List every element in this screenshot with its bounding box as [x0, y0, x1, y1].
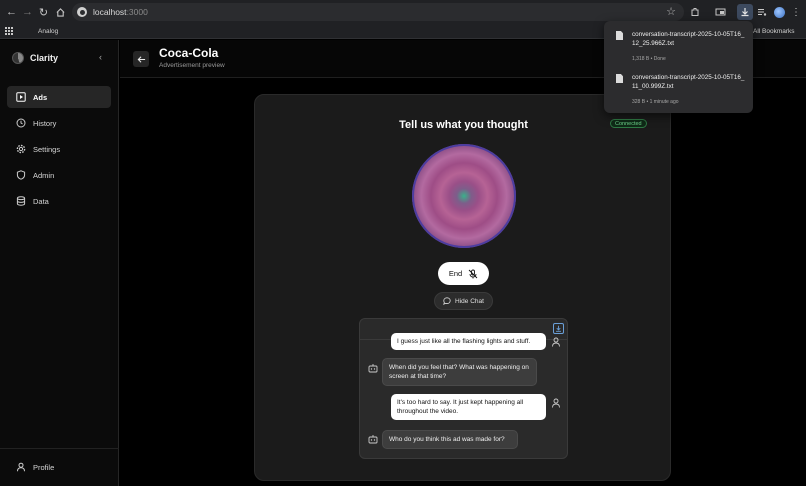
- profile-avatar-icon[interactable]: [771, 4, 787, 20]
- ads-icon: [16, 92, 26, 102]
- downloads-popup: conversation-transcript-2025-10-05T16_12…: [604, 21, 753, 113]
- feedback-card: Tell us what you thought Connected End H…: [254, 94, 671, 481]
- download-item[interactable]: conversation-transcript-2025-10-05T16_12…: [604, 25, 753, 65]
- back-arrow-icon[interactable]: ←: [3, 2, 20, 22]
- chat-bubble-icon: [443, 297, 451, 305]
- reload-icon[interactable]: ↻: [35, 2, 52, 22]
- download-meta: 1,318 B • Done: [632, 56, 666, 62]
- user-message: I guess just like all the flashing light…: [391, 333, 546, 350]
- status-badge: Connected: [610, 119, 647, 128]
- url-host: localhost: [93, 7, 127, 17]
- sidebar-item-ads[interactable]: Ads: [7, 86, 111, 108]
- brand[interactable]: Clarity: [12, 52, 58, 64]
- user-avatar-icon: [551, 395, 561, 408]
- download-meta: 328 B • 1 minute ago: [632, 99, 679, 105]
- user-avatar-icon: [551, 334, 561, 347]
- download-filename: conversation-transcript-2025-10-05T16_12…: [632, 31, 745, 48]
- collapse-sidebar-icon[interactable]: ‹: [99, 52, 102, 62]
- bot-message: Who do you think this ad was made for?: [382, 430, 518, 449]
- sidebar-item-admin[interactable]: Admin: [7, 164, 111, 186]
- downloads-icon[interactable]: [737, 4, 753, 20]
- all-bookmarks[interactable]: All Bookmarks: [753, 28, 795, 35]
- brand-name: Clarity: [30, 53, 59, 63]
- bookmark-star-icon[interactable]: ☆: [666, 5, 676, 18]
- arrow-left-icon: [137, 55, 145, 63]
- download-transcript-icon[interactable]: [553, 323, 564, 334]
- download-filename: conversation-transcript-2025-10-05T16_11…: [632, 74, 745, 91]
- home-icon[interactable]: [52, 2, 69, 22]
- sidebar-item-data[interactable]: Data: [7, 190, 111, 212]
- user-icon: [17, 462, 25, 472]
- sidebar-item-label: History: [33, 118, 57, 128]
- hide-chat-label: Hide Chat: [455, 297, 484, 305]
- sidebar-item-label: Settings: [33, 144, 61, 154]
- url-port: :3000: [126, 7, 148, 17]
- profile-label: Profile: [33, 462, 55, 472]
- sidebar-item-profile[interactable]: Profile: [16, 462, 54, 472]
- extensions-icon[interactable]: [687, 4, 703, 20]
- forward-arrow-icon[interactable]: →: [19, 2, 36, 22]
- sidebar-divider: [0, 448, 119, 449]
- media-controls-icon[interactable]: [754, 4, 770, 20]
- page-title: Coca-Cola: [159, 46, 219, 60]
- sidebar-item-history[interactable]: History: [7, 112, 111, 134]
- page-subtitle: Advertisement preview: [159, 62, 225, 69]
- download-item[interactable]: conversation-transcript-2025-10-05T16_11…: [604, 68, 753, 108]
- hide-chat-button[interactable]: Hide Chat: [434, 292, 493, 310]
- user-message: It's too hard to say. It just kept happe…: [391, 394, 546, 420]
- chat-panel[interactable]: I guess just like all the flashing light…: [359, 318, 568, 459]
- end-call-button[interactable]: End: [438, 262, 489, 285]
- bot-message: When did you feel that? What was happeni…: [382, 358, 537, 386]
- back-button[interactable]: [133, 51, 149, 67]
- mic-off-icon: [468, 269, 478, 278]
- bot-avatar-icon: [368, 431, 378, 444]
- bot-avatar-icon: [368, 360, 378, 373]
- history-icon: [16, 118, 26, 128]
- sidebar-item-label: Data: [33, 196, 49, 206]
- sidebar-item-label: Admin: [33, 170, 55, 180]
- voice-orb: [412, 144, 516, 248]
- address-bar[interactable]: localhost:3000 ☆: [72, 3, 684, 21]
- sidebar-item-settings[interactable]: Settings: [7, 138, 111, 160]
- shield-icon: [16, 170, 26, 180]
- browser-menu-icon[interactable]: ⋮: [788, 4, 804, 20]
- sidebar-item-label: Ads: [33, 92, 48, 102]
- sidebar: Clarity ‹ Ads History Settings Admin Dat…: [0, 40, 119, 486]
- database-icon: [16, 196, 26, 206]
- bookmark-analog[interactable]: Analog: [38, 28, 58, 35]
- gear-icon: [16, 144, 26, 154]
- site-info-icon[interactable]: [77, 7, 87, 17]
- file-icon: [616, 74, 623, 83]
- clarity-logo-icon: [12, 52, 24, 64]
- file-icon: [616, 31, 623, 40]
- apps-grid-icon[interactable]: [5, 27, 13, 37]
- end-label: End: [448, 269, 463, 278]
- cast-icon[interactable]: [712, 4, 728, 20]
